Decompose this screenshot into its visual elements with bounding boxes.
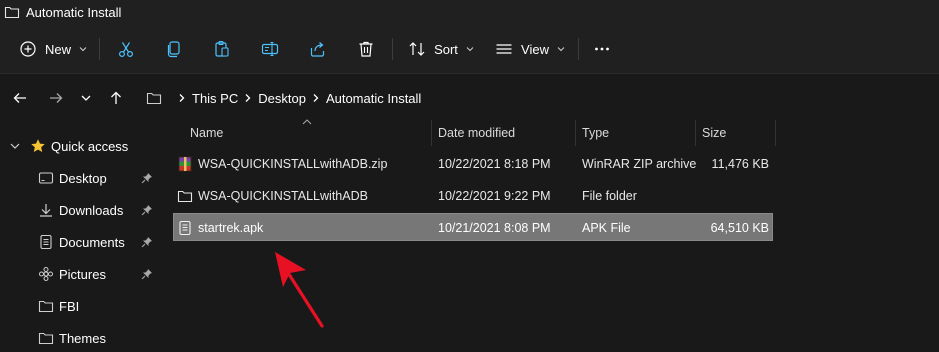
command-bar: New Sort View: [0, 24, 939, 74]
sidebar-item-label: Quick access: [51, 138, 129, 154]
copy-button[interactable]: [160, 32, 188, 66]
address-row: This PC Desktop Automatic Install: [0, 74, 939, 120]
toolbar-divider: [578, 38, 579, 60]
delete-icon: [357, 40, 375, 58]
delete-button[interactable]: [352, 32, 380, 66]
sort-label: Sort: [434, 41, 458, 57]
sidebar-item-label: Desktop: [59, 170, 107, 186]
pin-icon: [141, 172, 153, 184]
rename-button[interactable]: [256, 32, 284, 66]
paste-icon: [213, 40, 231, 58]
breadcrumb: This PC Desktop Automatic Install: [146, 88, 421, 108]
view-button[interactable]: View: [492, 32, 568, 66]
annotation-arrow-icon: [275, 252, 324, 328]
arrow-right-icon: [48, 90, 64, 106]
toolbar-divider: [392, 38, 393, 60]
plus-circle-icon: [19, 40, 37, 58]
view-icon: [495, 40, 513, 58]
sort-button[interactable]: Sort: [404, 32, 478, 66]
more-icon: [593, 40, 611, 58]
forward-button[interactable]: [46, 88, 66, 108]
sort-icon: [408, 40, 426, 58]
sidebar-item-label: Downloads: [59, 202, 124, 218]
sidebar-item-desktop[interactable]: Desktop: [0, 162, 160, 194]
sidebar-item-label: FBI: [59, 298, 80, 314]
title-bar: Automatic Install: [0, 0, 939, 24]
pin-icon: [141, 268, 153, 280]
document-icon: [38, 234, 54, 250]
recent-locations-button[interactable]: [76, 88, 96, 108]
star-icon: [30, 138, 46, 154]
up-button[interactable]: [106, 88, 126, 108]
paste-button[interactable]: [208, 32, 236, 66]
share-button[interactable]: [304, 32, 332, 66]
sidebar-item-pictures[interactable]: Pictures: [0, 258, 160, 290]
rename-icon: [261, 40, 279, 58]
folder-icon: [4, 4, 20, 20]
folder-icon: [38, 330, 54, 346]
window-title: Automatic Install: [26, 4, 122, 20]
sidebar-item-themes[interactable]: Themes: [0, 322, 160, 352]
cut-button[interactable]: [112, 32, 140, 66]
sidebar-item-label: Pictures: [59, 266, 106, 282]
pin-icon: [141, 204, 153, 216]
share-icon: [309, 40, 327, 58]
chevron-right-icon[interactable]: [178, 93, 186, 103]
arrow-up-icon: [108, 90, 124, 106]
chevron-down-icon: [557, 45, 565, 53]
file-list: Name Date modified Type Size WSA-QUICKIN…: [160, 119, 939, 352]
navigation-pane: Quick access Desktop Downloads Documents: [0, 120, 160, 352]
sidebar-item-downloads[interactable]: Downloads: [0, 194, 160, 226]
arrow-left-icon: [12, 90, 28, 106]
download-icon: [38, 202, 54, 218]
new-label: New: [44, 41, 71, 57]
sidebar-item-documents[interactable]: Documents: [0, 226, 160, 258]
view-label: View: [521, 41, 549, 57]
sidebar-item-quick-access[interactable]: Quick access: [0, 130, 160, 162]
more-button[interactable]: [588, 32, 616, 66]
folder-icon: [146, 90, 162, 106]
pictures-icon: [38, 266, 54, 282]
new-button[interactable]: New: [14, 32, 92, 66]
pin-icon: [141, 236, 153, 248]
chevron-down-icon: [79, 45, 87, 53]
back-button[interactable]: [10, 88, 30, 108]
chevron-down-icon[interactable]: [9, 138, 25, 154]
sidebar-item-fbi[interactable]: FBI: [0, 290, 160, 322]
toolbar-divider: [99, 38, 100, 60]
breadcrumb-automatic-install[interactable]: Automatic Install: [326, 91, 421, 106]
chevron-down-icon: [80, 92, 92, 104]
chevron-down-icon: [466, 45, 474, 53]
sidebar-item-label: Documents: [59, 234, 125, 250]
chevron-right-icon[interactable]: [244, 93, 252, 103]
chevron-right-icon[interactable]: [312, 93, 320, 103]
copy-icon: [165, 40, 183, 58]
desktop-icon: [38, 170, 54, 186]
folder-icon: [38, 298, 54, 314]
breadcrumb-desktop[interactable]: Desktop: [258, 91, 306, 106]
cut-icon: [117, 40, 135, 58]
breadcrumb-this-pc[interactable]: This PC: [192, 91, 238, 106]
sidebar-item-label: Themes: [59, 330, 106, 346]
